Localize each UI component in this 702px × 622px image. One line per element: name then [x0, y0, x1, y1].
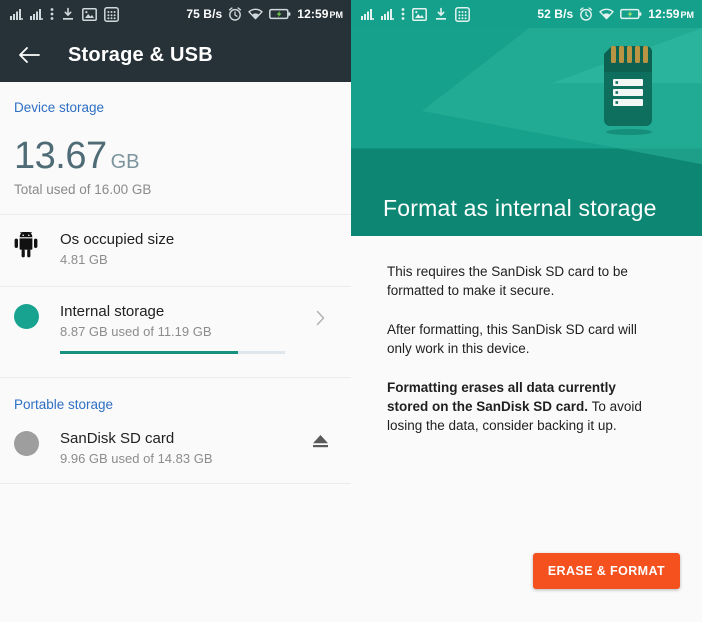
- dual-screenshot-container: 75 B/s 12:59 PM Storage & USB Device sto…: [0, 0, 702, 622]
- left-screen: 75 B/s 12:59 PM Storage & USB Device sto…: [0, 0, 351, 622]
- total-used-unit: GB: [110, 151, 140, 173]
- clock-time: 12:59: [648, 7, 680, 21]
- storage-list: Device storage 13.67 GB Total used of 16.…: [0, 82, 351, 622]
- total-used-subtitle: Total used of 16.00 GB: [14, 182, 152, 197]
- row-text-wrap: SanDisk SD card 9.96 GB used of 14.83 GB: [60, 429, 303, 467]
- section-header-portable-storage: Portable storage: [14, 397, 114, 412]
- alarm-clock-icon: [229, 7, 242, 21]
- kebab-menu-icon: [50, 8, 54, 20]
- paragraph-1-text: This requires the SanDisk SD card to be …: [387, 264, 628, 298]
- right-screen: 52 B/s 12:59 PM Format as internal stora…: [351, 0, 702, 622]
- calculator-icon: [104, 6, 119, 22]
- divider: [0, 483, 351, 484]
- list-item-title: Internal storage: [60, 303, 165, 320]
- network-speed-label: 52 B/s: [537, 7, 574, 21]
- sd-card-icon: [604, 46, 652, 135]
- status-bar-left-icons: [361, 6, 470, 22]
- image-icon: [82, 7, 97, 21]
- page-title: Storage & USB: [68, 43, 213, 66]
- total-used-block: 13.67 GB Total used of 16.00 GB: [0, 115, 351, 197]
- list-item-internal-storage[interactable]: Internal storage 8.87 GB used of 11.19 G…: [0, 287, 351, 354]
- network-speed-label: 75 B/s: [186, 7, 223, 21]
- battery-charging-icon: [269, 8, 291, 20]
- android-robot-icon: [14, 232, 38, 258]
- status-bar-left: 75 B/s 12:59 PM: [0, 0, 351, 28]
- row-icon-wrap: [14, 429, 60, 456]
- hero-title: Format as internal storage: [383, 195, 657, 221]
- row-icon-wrap: [14, 230, 60, 258]
- row-text-wrap: Internal storage 8.87 GB used of 11.19 G…: [60, 302, 303, 354]
- chevron-right-icon: [316, 310, 324, 326]
- signal-bars-sim1-icon: [10, 9, 23, 20]
- paragraph-2: After formatting, this SanDisk SD card w…: [387, 320, 659, 358]
- status-bar-clock: 12:59 PM: [297, 7, 343, 21]
- battery-icon: [620, 8, 642, 20]
- status-bar-right-icons: 52 B/s 12:59 PM: [537, 7, 694, 21]
- clock-time: 12:59: [297, 7, 329, 21]
- wifi-icon: [248, 8, 263, 20]
- list-item-os-occupied[interactable]: Os occupied size 4.81 GB: [0, 215, 351, 269]
- clock-ampm: PM: [680, 10, 695, 20]
- storage-progress-bar: [60, 351, 285, 354]
- image-icon: [412, 7, 427, 21]
- arrow-back-icon: [19, 47, 40, 63]
- paragraph-3-bold: Formatting erases all data currently sto…: [387, 380, 616, 414]
- dialog-content: This requires the SanDisk SD card to be …: [351, 236, 702, 622]
- row-accessory-wrap: [303, 230, 337, 238]
- back-button[interactable]: [16, 42, 42, 68]
- kebab-menu-icon: [401, 8, 405, 20]
- status-bar-left-icons: [10, 6, 119, 22]
- signal-bars-sim1-icon: [361, 9, 374, 20]
- clock-ampm: PM: [329, 10, 344, 20]
- list-item-title: Os occupied size: [60, 231, 175, 248]
- row-accessory-wrap[interactable]: [303, 302, 337, 326]
- signal-bars-sim2-icon: [30, 9, 43, 20]
- status-bar-clock: 12:59 PM: [648, 7, 694, 21]
- list-item-subtitle: 8.87 GB used of 11.19 GB: [60, 324, 212, 339]
- calculator-icon: [455, 6, 470, 22]
- list-item-title: SanDisk SD card: [60, 430, 175, 447]
- status-bar-right-icons: 75 B/s 12:59 PM: [186, 7, 343, 21]
- paragraph-3-warning: Formatting erases all data currently sto…: [387, 378, 659, 435]
- app-bar: Storage & USB: [0, 28, 351, 82]
- alarm-clock-icon: [580, 7, 593, 21]
- list-item-subtitle: 9.96 GB used of 14.83 GB: [60, 451, 213, 466]
- paragraph-2-text: After formatting, this SanDisk SD card w…: [387, 322, 637, 356]
- erase-and-format-button[interactable]: ERASE & FORMAT: [532, 553, 680, 589]
- eject-button[interactable]: [303, 429, 337, 449]
- wifi-icon: [599, 8, 614, 20]
- total-used-value: 13.67: [14, 135, 107, 177]
- storage-dot-teal-icon: [14, 304, 39, 329]
- status-bar-right: 52 B/s 12:59 PM: [351, 0, 702, 28]
- section-header-device-storage: Device storage: [14, 100, 105, 115]
- hero-banner: Format as internal storage: [351, 28, 702, 236]
- download-icon: [436, 7, 446, 20]
- storage-progress-fill: [60, 351, 238, 354]
- eject-icon: [312, 435, 328, 448]
- list-item-sandisk-sd-card[interactable]: SanDisk SD card 9.96 GB used of 14.83 GB: [0, 412, 351, 467]
- signal-bars-sim2-icon: [381, 9, 394, 20]
- download-icon: [63, 7, 73, 20]
- row-text-wrap: Os occupied size 4.81 GB: [60, 230, 303, 268]
- list-item-subtitle: 4.81 GB: [60, 252, 108, 267]
- paragraph-1: This requires the SanDisk SD card to be …: [387, 262, 659, 300]
- row-icon-wrap: [14, 302, 60, 329]
- storage-dot-gray-icon: [14, 431, 39, 456]
